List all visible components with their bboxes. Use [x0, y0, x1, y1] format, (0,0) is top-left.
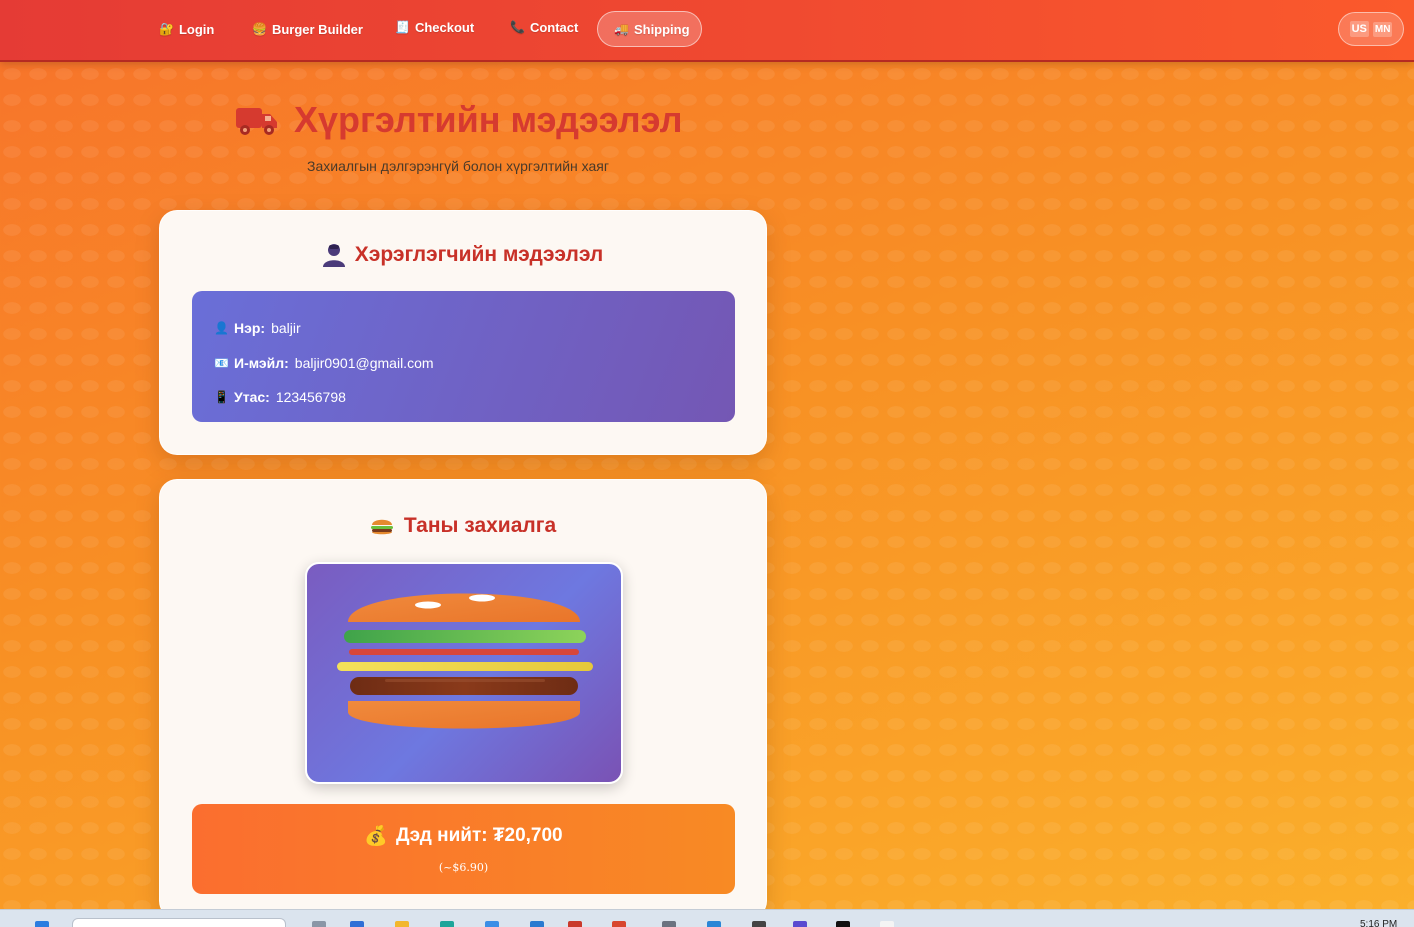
nav-login[interactable]: 🔐 Login [143, 11, 230, 47]
nav-contact-label: Contact [529, 19, 579, 35]
app-icon[interactable] [707, 921, 721, 927]
browser-icon[interactable] [440, 921, 454, 927]
receipt-icon: 🧾 [395, 20, 410, 34]
taskbar-search[interactable] [72, 918, 286, 927]
person-icon [322, 244, 345, 267]
language-toggle[interactable]: US MN [1338, 12, 1404, 46]
os-taskbar: 5:16 PM [0, 909, 1414, 927]
user-phone-value: 123456798 [275, 389, 346, 406]
widgets-icon[interactable] [350, 921, 364, 927]
page-title: Хүргэлтийн мэдээлэл [236, 96, 683, 144]
nav-checkout[interactable]: 🧾 Checkout [379, 9, 490, 45]
user-phone-label: Утас: [234, 389, 270, 406]
us-flag-icon[interactable]: US [1349, 21, 1369, 37]
taskbar-clock: 5:16 PM [1360, 919, 1398, 927]
nav-burger-builder[interactable]: 🍔 Burger Builder [236, 11, 379, 47]
user-email-label: И-мэйл: [234, 354, 289, 371]
order-card-title-text: Таны захиалга [403, 514, 557, 537]
person-icon: 👤 [214, 321, 229, 336]
user-card-title: Хэрэглэгчийн мэдээлэл [160, 243, 766, 267]
app-icon[interactable] [662, 921, 676, 927]
user-email-value: baljir0901@gmail.com [294, 354, 434, 371]
terminal-icon[interactable] [836, 921, 850, 927]
truck-icon: 🚚 [614, 22, 629, 36]
chrome-icon[interactable] [612, 921, 626, 927]
burger-preview [305, 562, 623, 784]
nav-contact[interactable]: 📞 Contact [494, 9, 594, 45]
top-navbar: 🔐 Login 🍔 Burger Builder 🧾 Checkout 📞 Co… [0, 0, 1414, 62]
order-card-title: Таны захиалга [160, 514, 766, 538]
subtotal-value: Дэд нийт: ₮20,700 [396, 825, 563, 846]
app-icon[interactable] [568, 921, 582, 927]
user-details-box: 👤 Нэр: baljir 📧 И-мэйл: baljir0901@gmail… [192, 291, 735, 422]
task-view-icon[interactable] [312, 921, 326, 927]
user-info-card: Хэрэглэгчийн мэдээлэл 👤 Нэр: baljir 📧 И-… [159, 210, 767, 455]
nav-shipping-label: Shipping [633, 21, 690, 37]
user-name-value: baljir [271, 320, 301, 337]
burger-icon: 🍔 [252, 22, 267, 36]
phone-icon: 📞 [510, 20, 525, 34]
subtotal-box: 💰 Дэд нийт: ₮20,700 (~$6.90) [192, 804, 735, 894]
nav-burger-builder-label: Burger Builder [271, 21, 363, 37]
app-icon[interactable] [880, 921, 894, 927]
teams-icon[interactable] [793, 921, 807, 927]
user-phone-row: 📱 Утас: 123456798 [214, 380, 713, 415]
email-icon: 📧 [214, 355, 229, 370]
mn-flag-icon[interactable]: MN [1372, 21, 1393, 37]
order-card: Таны захиалга 💰 Дэд нийт: ₮20,700 (~$6.9… [159, 479, 767, 920]
nav-shipping[interactable]: 🚚 Shipping [597, 11, 702, 47]
page-subtitle: Захиалгын дэлгэрэнгүй болон хүргэлтийн х… [307, 158, 609, 174]
subtotal-line: 💰 Дэд нийт: ₮20,700 [192, 824, 735, 848]
nav-checkout-label: Checkout [414, 19, 475, 35]
nav-login-label: Login [178, 21, 215, 37]
user-name-label: Нэр: [234, 320, 266, 337]
user-name-row: 👤 Нэр: baljir [214, 311, 713, 346]
app-icon[interactable] [752, 921, 766, 927]
file-explorer-icon[interactable] [395, 921, 409, 927]
lock-icon: 🔐 [159, 22, 174, 36]
store-icon[interactable] [485, 921, 499, 927]
user-email-row: 📧 И-мэйл: baljir0901@gmail.com [214, 346, 713, 381]
subtotal-usd: (~$6.90) [438, 861, 489, 874]
burger-icon [370, 519, 393, 535]
user-card-title-text: Хэрэглэгчийн мэдээлэл [354, 243, 604, 266]
money-bag-icon: 💰 [364, 826, 389, 847]
page-title-text: Хүргэлтийн мэдээлэл [294, 99, 683, 140]
phone-icon: 📱 [214, 390, 229, 405]
delivery-truck-icon [236, 108, 277, 135]
vscode-icon[interactable] [530, 921, 544, 927]
burger-illustration [337, 593, 593, 729]
windows-start-icon[interactable] [35, 921, 49, 927]
